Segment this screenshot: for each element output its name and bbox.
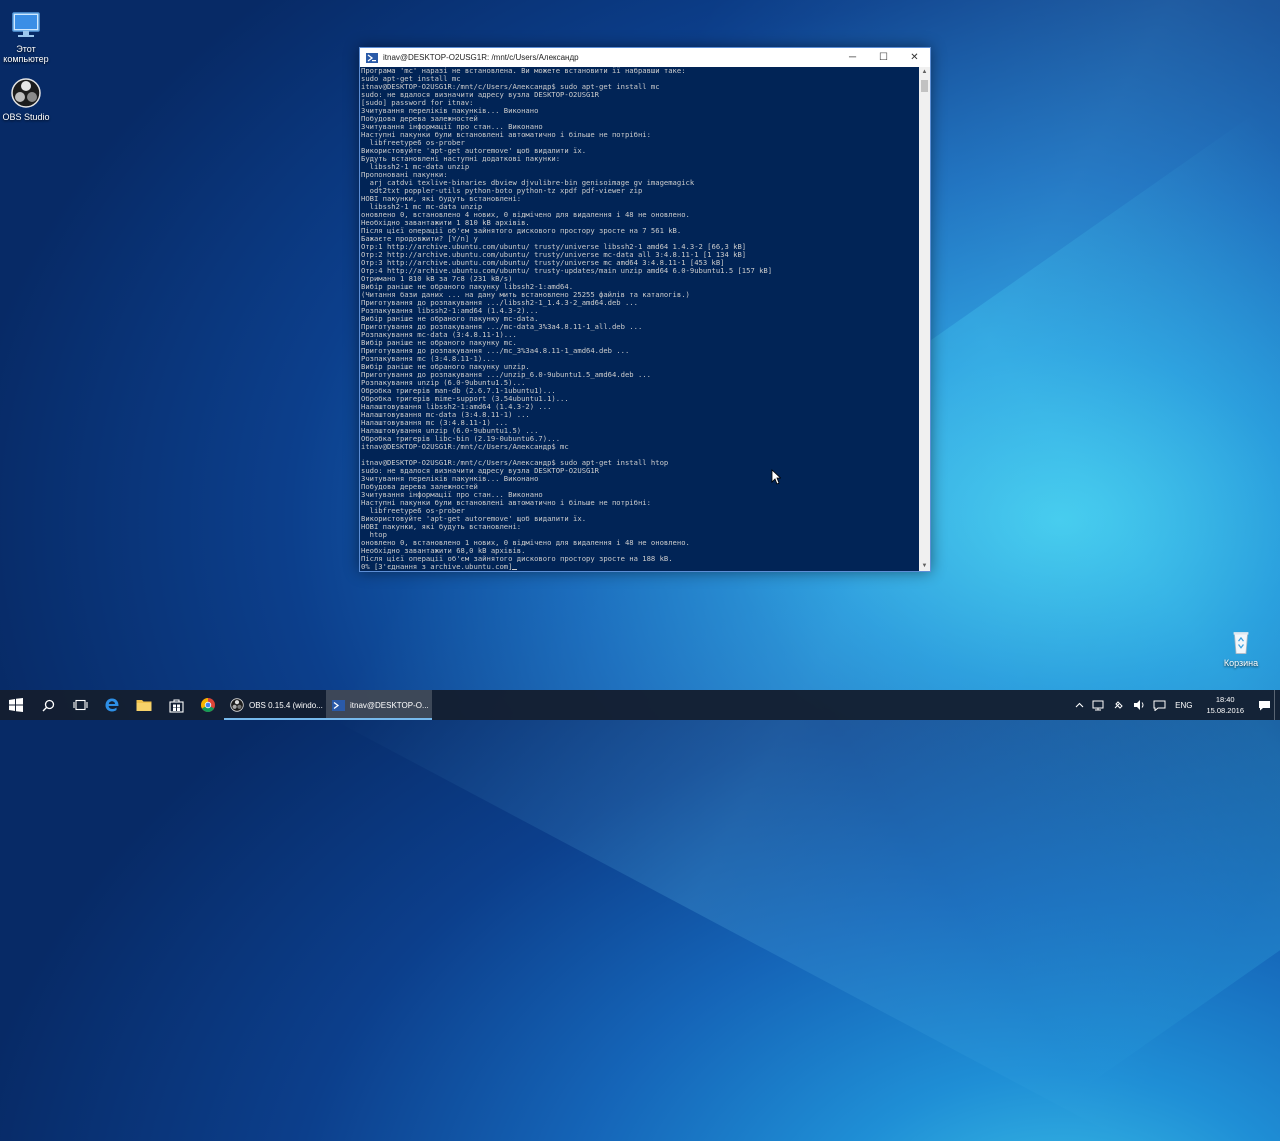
store-bag-icon (168, 698, 184, 713)
maximize-button[interactable]: ☐ (868, 48, 899, 67)
text-cursor (512, 569, 518, 570)
clock[interactable]: 18:40 15.08.2016 (1206, 694, 1244, 716)
taskbar-app-label: itnav@DESKTOP-O... (350, 700, 429, 710)
desktop-icon-label: Этот компьютер (3, 44, 49, 64)
desktop-icon-label: OBS Studio (2, 112, 50, 122)
console-line: 0% [З'єднання з archive.ubuntu.com] (361, 562, 513, 571)
taskbar-edge-button[interactable] (96, 690, 128, 720)
chrome-browser-icon (201, 698, 215, 712)
safely-remove-hardware-icon (1114, 701, 1123, 709)
window-titlebar[interactable]: itnav@DESKTOP-O2USG1R: /mnt/c/Users/Алек… (360, 48, 930, 67)
clock-time: 18:40 (1215, 695, 1235, 704)
windows-start-icon (9, 698, 23, 712)
tray-network-button[interactable] (1091, 700, 1107, 711)
notifications-icon (1258, 700, 1270, 710)
obs-icon (230, 698, 244, 712)
desktop-icon-label: Корзина (1223, 658, 1259, 668)
input-language[interactable]: ENG (1175, 701, 1192, 710)
console-line: itnav@DESKTOP-O2USG1R:/mnt/c/Users/Алекс… (361, 442, 569, 451)
console-text: Програма 'mc' наразі не встановлена. Ви … (361, 67, 918, 571)
close-icon: ✕ (910, 52, 919, 63)
network-icon (1092, 700, 1104, 710)
start-button[interactable] (0, 690, 32, 720)
show-desktop-button[interactable] (1274, 690, 1280, 720)
powershell-icon (366, 52, 378, 63)
task-view-button[interactable] (64, 690, 96, 720)
terminal-window[interactable]: itnav@DESKTOP-O2USG1R: /mnt/c/Users/Алек… (359, 47, 931, 572)
console-output[interactable]: Програма 'mc' наразі не встановлена. Ви … (360, 67, 919, 571)
action-center-button[interactable] (1256, 700, 1272, 711)
desktop-icon-this-pc[interactable]: Этот компьютер (0, 8, 56, 64)
taskbar-app-obs[interactable]: OBS 0.15.4 (windo... (224, 690, 326, 720)
system-tray: ENG 18:40 15.08.2016 (1069, 690, 1280, 720)
folder-icon (136, 700, 152, 711)
task-view-icon (72, 699, 88, 711)
taskbar-app-label: OBS 0.15.4 (windo... (249, 700, 323, 710)
speaker-icon (1133, 700, 1144, 710)
minimize-button[interactable]: ─ (837, 48, 868, 67)
obs-icon (11, 78, 41, 108)
scroll-up-arrow-icon[interactable]: ▲ (919, 67, 930, 77)
scroll-down-arrow-icon[interactable]: ▼ (919, 561, 930, 571)
taskbar-file-explorer-button[interactable] (128, 690, 160, 720)
terminal-icon (332, 699, 345, 711)
this-pc-icon (12, 12, 40, 37)
taskbar-chrome-button[interactable] (192, 690, 224, 720)
chevron-up-icon (1075, 702, 1083, 708)
tray-volume-button[interactable] (1131, 699, 1147, 711)
desktop-icon-recycle-bin[interactable]: Корзина (1211, 628, 1271, 668)
search-icon (42, 699, 54, 711)
close-button[interactable]: ✕ (899, 48, 930, 67)
desktop-icon-obs-studio[interactable]: OBS Studio (0, 76, 56, 122)
scrollbar-thumb[interactable] (921, 80, 928, 92)
recycle-bin-icon (1233, 632, 1249, 654)
maximize-icon: ☐ (879, 52, 888, 63)
minimize-icon: ─ (848, 52, 857, 63)
window-title: itnav@DESKTOP-O2USG1R: /mnt/c/Users/Алек… (383, 53, 579, 62)
search-button[interactable] (32, 690, 64, 720)
edge-browser-icon (105, 698, 119, 712)
taskbar: OBS 0.15.4 (windo... itnav@DESKTOP-O... (0, 690, 1280, 720)
vertical-scrollbar[interactable]: ▲ ▼ (919, 67, 930, 571)
chat-bubble-icon (1153, 700, 1166, 711)
tray-message-button[interactable] (1151, 700, 1167, 711)
tray-overflow-button[interactable] (1071, 702, 1087, 708)
clock-date: 15.08.2016 (1206, 706, 1244, 715)
taskbar-app-terminal[interactable]: itnav@DESKTOP-O... (326, 690, 432, 720)
tray-usb-button[interactable] (1111, 699, 1127, 711)
taskbar-store-button[interactable] (160, 690, 192, 720)
mouse-pointer-icon (771, 469, 781, 485)
